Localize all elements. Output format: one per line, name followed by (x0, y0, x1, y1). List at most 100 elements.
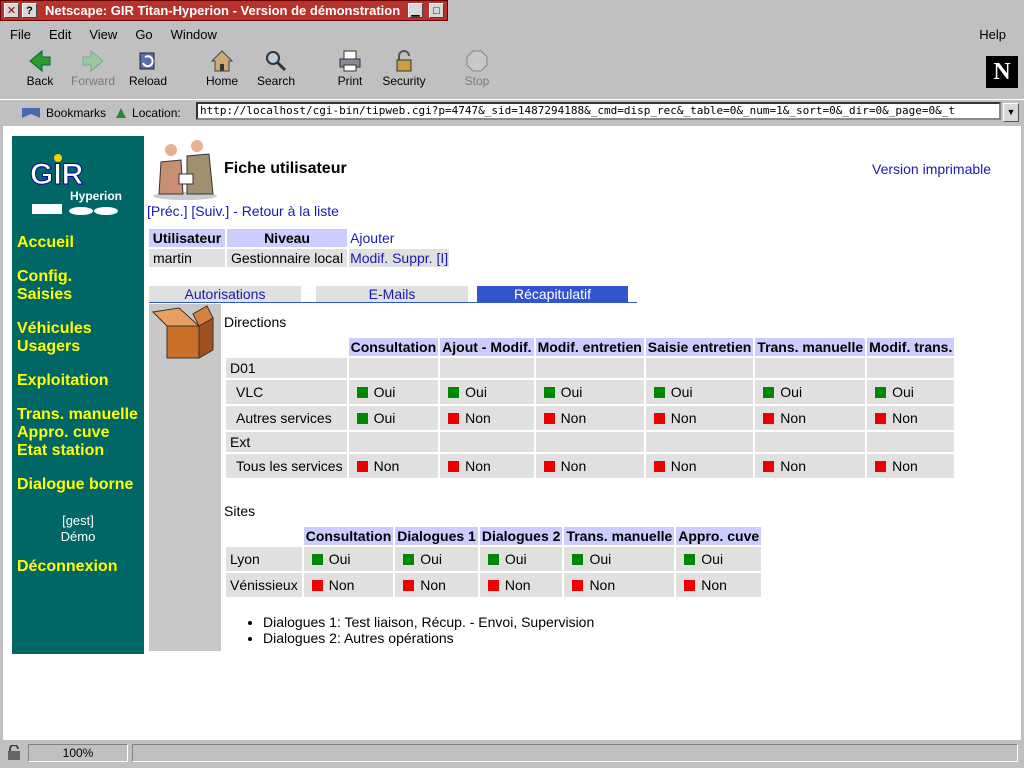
sidebar-link-appro-cuve[interactable]: Appro. cuve (17, 424, 109, 442)
menu-help[interactable]: Help (969, 27, 1014, 42)
group-d01: D01 (226, 358, 347, 378)
security-button[interactable]: Security (374, 48, 434, 88)
perm-value: Non (328, 577, 355, 593)
sidebar-link-exploitation[interactable]: Exploitation (17, 372, 109, 390)
sites-corner (226, 527, 302, 545)
location-bar: Bookmarks Location: http://localhost/cgi… (0, 99, 1024, 125)
perm-cell: Non (645, 406, 754, 430)
stop-button[interactable]: Stop (447, 48, 507, 88)
menu-file[interactable]: File (0, 27, 39, 42)
forward-button[interactable]: Forward (63, 48, 123, 88)
perm-cell: Oui (348, 380, 439, 404)
table-row: Autres services Oui Non Non Non Non Non (226, 406, 955, 430)
bookmarks-button[interactable]: Bookmarks (20, 106, 106, 120)
status-bar: 100% (0, 741, 1024, 768)
no-indicator-icon (487, 580, 499, 591)
menu-window[interactable]: Window (161, 27, 225, 42)
maximize-icon[interactable]: □ (429, 3, 444, 18)
table-row: Vénissieux Non Non Non Non Non (226, 573, 762, 597)
sidebar-link-usagers[interactable]: Usagers (17, 338, 80, 356)
security-status-icon[interactable] (6, 744, 24, 761)
no-indicator-icon (543, 413, 555, 424)
home-button[interactable]: Home (192, 48, 252, 88)
note-dialogues-1: Dialogues 1: Test liaison, Récup. - Envo… (263, 614, 594, 630)
close-icon[interactable]: ✕ (4, 3, 19, 18)
reload-icon (118, 48, 178, 74)
perm-value: Non (560, 458, 587, 474)
tab-recapitulatif[interactable]: Récapitulatif (477, 286, 628, 302)
next-link[interactable]: [Suiv.] (191, 203, 229, 219)
legend-notes: Dialogues 1: Test liaison, Récup. - Envo… (243, 614, 594, 646)
delete-link[interactable]: Suppr. (392, 250, 432, 266)
site-header-consultation: Consultation (303, 527, 394, 545)
sidebar-link-etat-station[interactable]: Etat station (17, 442, 104, 460)
sidebar-link-accueil[interactable]: Accueil (17, 234, 74, 252)
perm-cell: Non (535, 454, 644, 478)
sites-title: Sites (224, 503, 256, 519)
yes-indicator-icon (653, 387, 665, 398)
perm-cell: Non (755, 454, 866, 478)
perm-value: Non (373, 458, 400, 474)
reload-button[interactable]: Reload (118, 48, 178, 88)
modify-link[interactable]: Modif. (350, 250, 388, 266)
search-label: Search (256, 74, 296, 88)
perm-value: Oui (373, 410, 396, 426)
no-indicator-icon (448, 461, 460, 472)
user-table: Utilisateur Niveau Ajouter martin Gestio… (147, 227, 451, 269)
level-column-header: Niveau (227, 229, 348, 247)
perm-cell: Oui (440, 380, 534, 404)
sidebar-link-dialogue-borne[interactable]: Dialogue borne (17, 476, 133, 494)
users-illustration-icon (153, 140, 217, 200)
back-button[interactable]: Back (10, 48, 70, 88)
menu-view[interactable]: View (79, 27, 125, 42)
print-button[interactable]: Print (320, 48, 380, 88)
sidebar-link-config[interactable]: Config. (17, 268, 72, 286)
no-indicator-icon (403, 580, 415, 591)
yes-indicator-icon (356, 387, 368, 398)
perm-value: Oui (420, 551, 443, 567)
menu-go[interactable]: Go (125, 27, 160, 42)
add-link[interactable]: Ajouter (350, 230, 394, 246)
sidebar-link-vehicules[interactable]: Véhicules (17, 320, 92, 338)
perm-cell: Oui (479, 547, 563, 571)
no-indicator-icon (543, 461, 555, 472)
zoom-level: 100% (28, 744, 128, 762)
yes-indicator-icon (763, 387, 775, 398)
menu-edit[interactable]: Edit (39, 27, 79, 42)
tab-emails[interactable]: E-Mails (316, 286, 468, 302)
security-label: Security (382, 74, 426, 88)
sidebar-link-deconnexion[interactable]: Déconnexion (17, 558, 117, 576)
table-row: Lyon Oui Oui Oui Oui Oui (226, 547, 762, 571)
level-cell: Gestionnaire local (227, 249, 348, 267)
help-icon[interactable]: ? (22, 3, 37, 18)
info-link[interactable]: [I] (436, 250, 448, 266)
no-indicator-icon (356, 461, 368, 472)
perm-cell: Non (755, 406, 866, 430)
stop-label: Stop (464, 74, 490, 88)
search-button[interactable]: Search (246, 48, 306, 88)
back-to-list-link[interactable]: Retour à la liste (242, 203, 339, 219)
url-dropdown-icon[interactable]: ▼ (1003, 103, 1019, 122)
prev-link[interactable]: [Préc.] (147, 203, 187, 219)
tab-autorisations[interactable]: Autorisations (149, 286, 301, 302)
row-label-vlc: VLC (226, 380, 347, 404)
directions-title: Directions (224, 314, 287, 330)
url-input[interactable]: http://localhost/cgi-bin/tipweb.cgi?p=47… (196, 102, 1001, 120)
minimize-icon[interactable]: ▁ (408, 3, 423, 18)
perm-value: Non (892, 458, 918, 474)
sidebar: GIR Hyperion Accueil Config. Saisies Véh… (12, 136, 144, 654)
netscape-logo-icon[interactable]: N (986, 56, 1018, 88)
sidebar-link-trans-manuelle[interactable]: Trans. manuelle (17, 406, 138, 424)
sites-table: Consultation Dialogues 1 Dialogues 2 Tra… (224, 525, 763, 599)
perm-value: Oui (589, 551, 612, 567)
perm-cell: Oui (564, 547, 675, 571)
perm-value: Oui (701, 551, 724, 567)
table-row: VLC Oui Oui Oui Oui Oui Oui (226, 380, 955, 404)
sidebar-link-saisies[interactable]: Saisies (17, 286, 72, 304)
status-message (132, 744, 1018, 762)
stop-icon (447, 48, 507, 74)
yes-indicator-icon (684, 554, 696, 565)
navigation-toolbar: Back Forward Reload Home Search Print Se… (0, 46, 1024, 98)
printable-version-link[interactable]: Version imprimable (872, 161, 991, 177)
perm-value: Non (465, 458, 491, 474)
